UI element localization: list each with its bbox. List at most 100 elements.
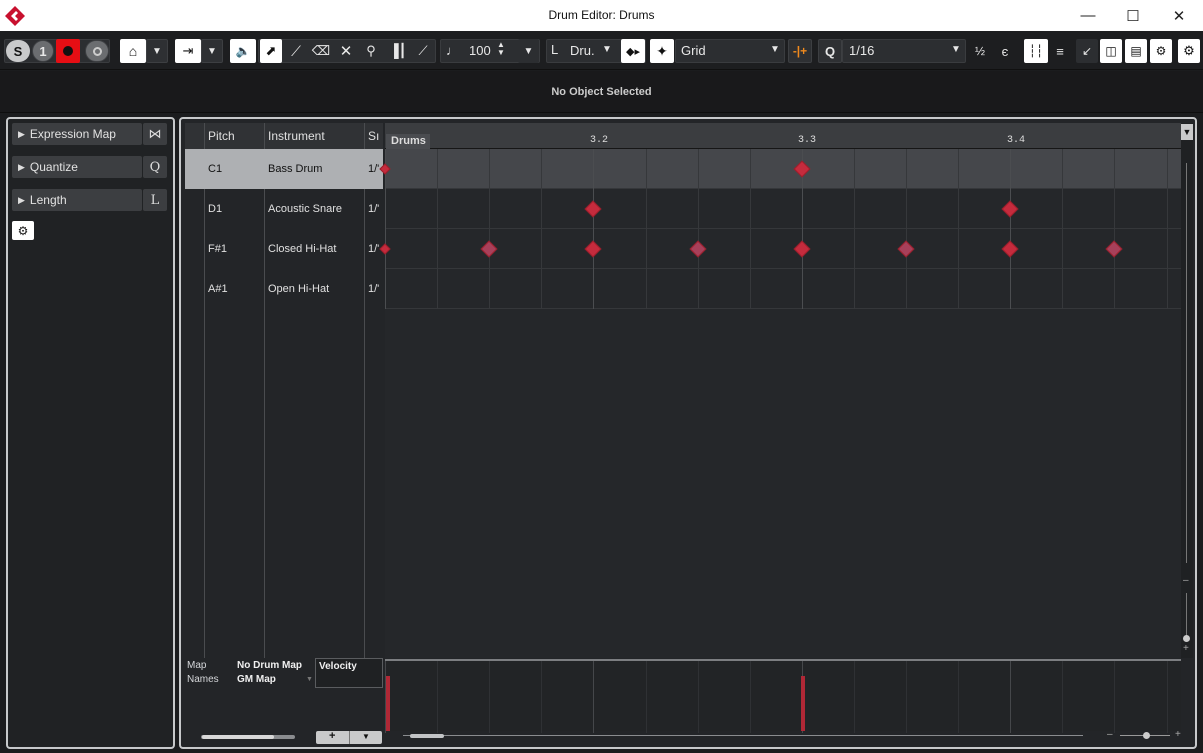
add-icon[interactable]: + (329, 730, 335, 742)
triangle-right-icon: ▶ (18, 128, 25, 139)
grid-line (593, 149, 594, 309)
autoscroll-button[interactable]: ⌂ (120, 39, 146, 63)
quantize-apply-button[interactable]: Q (818, 39, 842, 63)
tempo-stepper-icon[interactable]: ▲ ▼ (497, 41, 505, 57)
record-icon (63, 46, 73, 56)
drum-row-acoustic-snare[interactable]: D1 Acoustic Snare 1/' (185, 189, 383, 229)
names-value[interactable]: GM Map (237, 674, 276, 685)
snap-toggle[interactable]: ✦ (650, 39, 674, 63)
acoustic-feedback-button[interactable]: 🔈 (230, 39, 256, 63)
grid-line (541, 149, 542, 309)
chevron-down-icon: ▼ (152, 45, 162, 57)
tempo-dropdown[interactable]: ▼ (518, 39, 539, 63)
one-button[interactable]: 1 (32, 40, 54, 62)
length-icon[interactable]: L (143, 189, 167, 211)
triplet-icon: ½ (974, 44, 985, 58)
erase-tool[interactable]: ⌫ (310, 39, 332, 63)
ruler-label: 3.2 (590, 135, 609, 146)
chevron-down-icon[interactable]: ▼ (362, 732, 370, 741)
zoom-in-icon[interactable]: + (1183, 643, 1189, 654)
monitor-button[interactable] (85, 40, 109, 62)
chevron-down-icon[interactable]: ▼ (951, 44, 961, 55)
velocity-lane[interactable] (385, 659, 1181, 733)
inspector-length[interactable]: ▶ Length (12, 189, 142, 211)
zoom-out-icon[interactable]: – (1183, 575, 1189, 586)
horizontal-scroll-track[interactable] (403, 735, 1083, 736)
vertical-zoom-bar[interactable]: ▼ – + (1181, 123, 1193, 658)
chevron-down-icon[interactable]: ▼ (602, 44, 612, 55)
header-snap[interactable]: Sı (368, 129, 379, 143)
tempo-value[interactable]: 100 (469, 43, 491, 58)
quantize-icon[interactable]: Q (143, 156, 167, 178)
part-name: Drums (386, 134, 430, 149)
toolbar: S 1 ⌂ ▼ ⇥ ▼ 🔈 ⬈ ⟋ ⌫ ✕ ⚲ ▐┃ ⟋ ♩ 100 ▲ ▼ ▼ … (0, 31, 1203, 70)
show-lanes-button[interactable]: ≡ (1049, 39, 1071, 63)
grid-line (750, 149, 751, 309)
quantize-preset-value[interactable]: 1/16 (849, 43, 874, 58)
zoom-in-icon[interactable]: + (1175, 729, 1181, 740)
map-value[interactable]: No Drum Map (237, 660, 302, 671)
insert-velocity-button[interactable]: ◆▸ (621, 39, 645, 63)
step-input-button[interactable]: ⇥ (175, 39, 201, 63)
list-scroll-handle[interactable] (202, 735, 274, 739)
snap-zero-crossing-button[interactable]: -|+ (788, 39, 812, 63)
window-layout-button[interactable]: ⚙ (1150, 39, 1172, 63)
drum-row-closed-hihat[interactable]: F#1 Closed Hi-Hat 1/' (185, 229, 383, 269)
autoscroll-dropdown[interactable]: ▼ (146, 39, 168, 63)
zoom-out-icon[interactable]: – (1107, 729, 1113, 740)
grid-line (698, 149, 699, 309)
note-grid[interactable]: Drums 3.2 3.3 3.4 (379, 123, 1181, 658)
triplet-button[interactable]: ½ (969, 39, 991, 63)
columns-icon: ┆┆ (1028, 44, 1044, 58)
snap-type-value[interactable]: Grid (681, 43, 706, 58)
arrow-down-left-icon: ↙ (1081, 44, 1093, 58)
record-button[interactable] (56, 39, 80, 63)
comp-tool[interactable]: ▐┃ (385, 39, 411, 63)
grid-line (1010, 149, 1011, 309)
drum-row-bass-drum[interactable]: C1 Bass Drum 1/' (185, 149, 383, 189)
velocity-grid-line (698, 661, 699, 733)
lower-zone-toggle[interactable]: ▤ (1125, 39, 1147, 63)
toolbar-settings-button[interactable]: ⚙ (1178, 39, 1200, 63)
inspector-settings-button[interactable]: ⚙ (12, 221, 34, 240)
drumstick-tool[interactable]: ⟋ (285, 39, 307, 63)
object-selection-tool[interactable]: ⬈ (260, 39, 282, 63)
vertical-zoom-handle[interactable] (1183, 635, 1190, 642)
vertical-zoom-track[interactable] (1186, 593, 1187, 638)
snap-icon: ✦ (656, 42, 668, 59)
length-value[interactable]: Dru. (570, 43, 595, 58)
quantize-label: Q (824, 43, 836, 59)
grid-line (1062, 149, 1063, 309)
drum-row-open-hihat[interactable]: A#1 Open Hi-Hat 1/' (185, 269, 383, 309)
inspector-quantize[interactable]: ▶ Quantize (12, 156, 142, 178)
close-icon[interactable]: ✕ (1156, 0, 1202, 31)
horizontal-scroll-handle[interactable] (410, 734, 444, 738)
chevron-down-icon[interactable]: ▼ (770, 44, 780, 55)
inspector-toggle[interactable]: ◫ (1100, 39, 1122, 63)
row-pitch: A#1 (208, 283, 228, 295)
chevron-down-icon[interactable]: ▼ (306, 676, 313, 683)
show-drum-list-button[interactable]: ┆┆ (1024, 39, 1048, 63)
velocity-bar[interactable] (801, 676, 805, 731)
line-tool[interactable]: ⟋ (412, 39, 434, 63)
horizontal-zoom-handle[interactable] (1143, 732, 1150, 739)
expression-map-icon[interactable]: ⋈ (143, 123, 167, 145)
maximize-icon[interactable]: ☐ (1110, 0, 1156, 31)
header-pitch[interactable]: Pitch (208, 129, 235, 143)
ruler[interactable]: Drums 3.2 3.3 3.4 (385, 123, 1181, 149)
chevron-down-icon[interactable]: ▼ (1181, 124, 1193, 140)
velocity-lane-selector[interactable]: Velocity (315, 658, 383, 688)
collapse-button[interactable]: ↙ (1076, 39, 1098, 63)
solo-button[interactable]: S (6, 40, 30, 62)
grid-line (437, 149, 438, 309)
speaker-icon: 🔈 (235, 44, 251, 58)
velocity-bar[interactable] (386, 676, 390, 731)
minimize-icon[interactable]: — (1065, 0, 1111, 31)
vertical-scroll-track[interactable] (1186, 163, 1187, 563)
mute-tool[interactable]: ✕ (335, 39, 357, 63)
step-input-dropdown[interactable]: ▼ (201, 39, 223, 63)
inspector-expression-map[interactable]: ▶ Expression Map (12, 123, 142, 145)
header-instrument[interactable]: Instrument (268, 129, 325, 143)
zoom-tool[interactable]: ⚲ (360, 39, 382, 63)
iterative-quantize-button[interactable]: є (994, 39, 1016, 63)
